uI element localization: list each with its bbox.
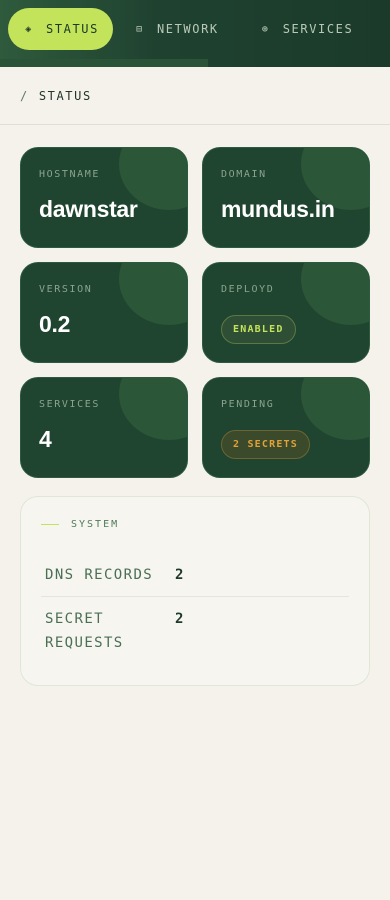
hostname-card: HOSTNAME dawnstar: [20, 147, 188, 248]
pending-badge: 2 SECRETS: [221, 430, 310, 459]
system-title: SYSTEM: [71, 519, 120, 530]
card-label: DOMAIN: [221, 169, 267, 180]
card-decoration: [119, 378, 187, 440]
card-label: DEPLOYD: [221, 284, 275, 295]
nav-scroll-indicator: [0, 59, 208, 67]
tab-label: SERVICES: [282, 22, 354, 36]
breadcrumb-current: STATUS: [38, 88, 92, 103]
nav-tabs: ◈ STATUS ⊟ NETWORK ⊕ SERVICES ◎ S: [8, 8, 390, 50]
services-card: SERVICES 4: [20, 377, 188, 478]
tab-services[interactable]: ⊕ SERVICES: [243, 8, 374, 50]
status-card-grid: HOSTNAME dawnstar DOMAIN mundus.in VERSI…: [20, 147, 370, 478]
card-decoration: [301, 378, 369, 440]
system-row-secret-requests: SECRET REQUESTS 2: [41, 607, 349, 657]
card-value: 0.2: [39, 311, 71, 337]
card-label: HOSTNAME: [39, 169, 100, 180]
top-nav-bar: ◈ STATUS ⊟ NETWORK ⊕ SERVICES ◎ S: [0, 0, 390, 67]
domain-card: DOMAIN mundus.in: [202, 147, 370, 248]
deployd-card: DEPLOYD ENABLED: [202, 262, 370, 363]
card-label: PENDING: [221, 399, 275, 410]
row-value: 2: [175, 611, 184, 627]
card-value: mundus.in: [221, 196, 335, 222]
tab-label: STATUS: [46, 22, 99, 36]
status-badge: ENABLED: [221, 315, 296, 344]
pending-card: PENDING 2 SECRETS: [202, 377, 370, 478]
tab-label: NETWORK: [156, 22, 219, 36]
version-card: VERSION 0.2: [20, 262, 188, 363]
row-key: DNS RECORDS: [45, 567, 154, 583]
system-row-dns-records: DNS RECORDS 2: [41, 563, 349, 597]
tab-status[interactable]: ◈ STATUS: [8, 8, 113, 50]
card-decoration: [301, 263, 369, 325]
header-accent-line: [41, 524, 59, 525]
breadcrumb: / STATUS: [0, 67, 390, 125]
card-value: dawnstar: [39, 196, 138, 222]
row-key: SECRET REQUESTS: [45, 611, 124, 651]
tab-overflow[interactable]: ◎ S: [377, 8, 390, 50]
system-panel: SYSTEM DNS RECORDS 2 SECRET REQUESTS 2: [20, 496, 370, 686]
status-diamond-icon: ◈: [25, 23, 33, 35]
system-header: SYSTEM: [41, 519, 119, 530]
card-label: VERSION: [39, 284, 93, 295]
row-value: 2: [175, 567, 184, 583]
card-value: 4: [39, 426, 52, 452]
services-icon: ⊕: [261, 23, 270, 35]
breadcrumb-separator: /: [20, 88, 29, 103]
card-label: SERVICES: [39, 399, 100, 410]
card-decoration: [119, 263, 187, 325]
network-icon: ⊟: [136, 23, 144, 35]
tab-network[interactable]: ⊟ NETWORK: [117, 8, 239, 50]
